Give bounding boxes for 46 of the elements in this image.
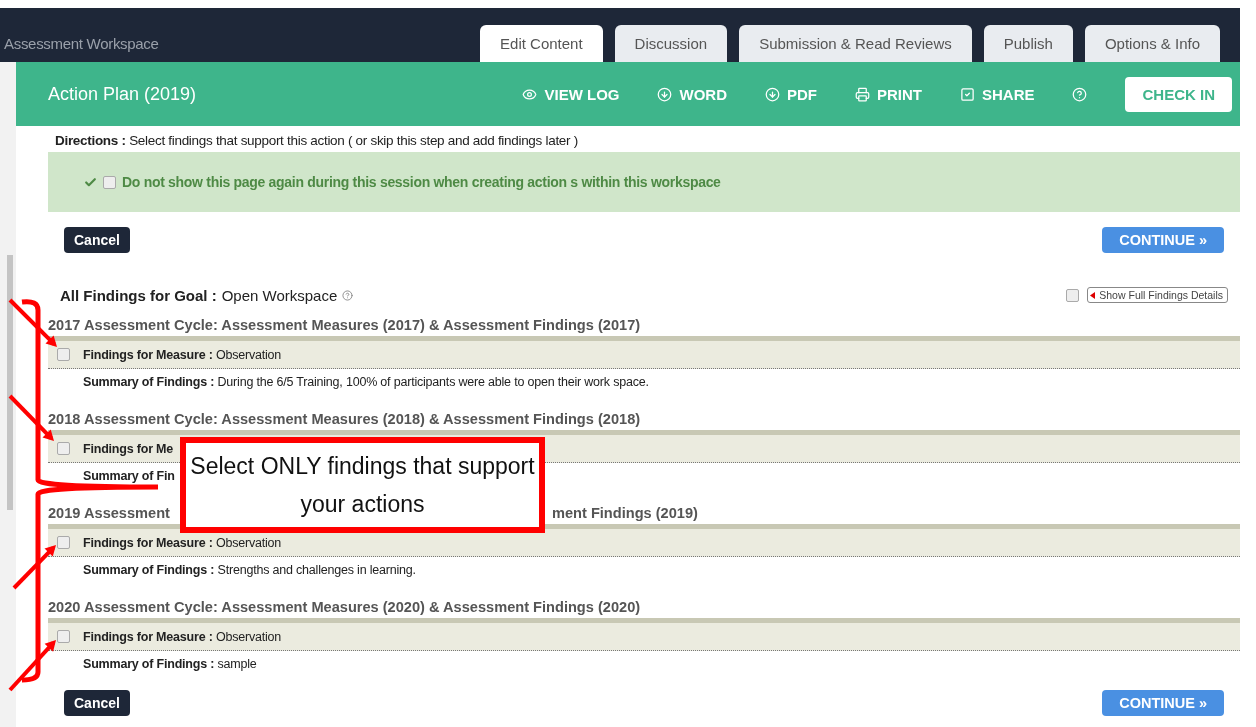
show-details-toggle[interactable]: Show Full Findings Details (1087, 287, 1228, 303)
download-icon (764, 86, 780, 102)
cycle-heading: 2017 Assessment Cycle: Assessment Measures (2017) & Assessment Findings (2017) (48, 317, 641, 333)
cancel-button[interactable]: Cancel (64, 690, 130, 716)
printer-icon (854, 86, 870, 102)
check-icon (84, 175, 97, 189)
tab[interactable]: Options & Info (1084, 25, 1220, 62)
cycle-heading: ment Findings (2019) (551, 505, 698, 521)
checkbox[interactable] (103, 175, 116, 189)
summary-text: Summary of Findings : sample (83, 657, 257, 671)
checkbox[interactable] (57, 442, 70, 455)
download-icon (657, 86, 673, 102)
directions-text: Directions : Select findings that support this action ( or skip this step and add findings later ) (55, 133, 579, 148)
page-title: Action Plan (2019) (48, 83, 197, 104)
tab[interactable]: Discussion (614, 25, 728, 62)
app-title: Assessment Workspace (4, 33, 159, 52)
summary-text: Summary of Findings : During the 6/5 Training, 100% of participants were able to open their work space. (83, 375, 649, 389)
tab[interactable]: Publish (983, 25, 1073, 62)
checkbox[interactable] (57, 348, 70, 361)
arrow (12, 545, 56, 590)
callout-text: Select ONLY findings that support your actions (180, 437, 545, 533)
measure-text: Findings for Me (83, 441, 174, 456)
cycle-heading: 2020 Assessment Cycle: Assessment Measures (2020) & Assessment Findings (2020) (48, 599, 641, 615)
checkbox[interactable] (1066, 288, 1080, 302)
notice-text: Do not show this page again during this session when creating action s within this workspace (122, 174, 721, 190)
measure-text: Findings for Measure : Observation (83, 535, 282, 550)
tab[interactable]: Submission & Read Reviews (739, 25, 972, 62)
goal-label: All Findings for Goal : (60, 286, 217, 304)
cancel-button[interactable]: Cancel (64, 227, 130, 253)
checkbox[interactable] (57, 536, 70, 549)
measure-text: Findings for Measure : Observation (83, 629, 282, 644)
cycle-heading: 2018 Assessment Cycle: Assessment Measures (2018) & Assessment Findings (2018) (48, 411, 641, 427)
arrow (8, 640, 56, 692)
continue-button[interactable]: CONTINUE » (1102, 690, 1224, 716)
measure-text: Findings for Measure : Observation (83, 347, 282, 362)
cycle-heading: 2019 Assessment (48, 505, 170, 521)
continue-button[interactable]: CONTINUE » (1102, 227, 1224, 253)
checkbox-icon (959, 86, 975, 102)
summary-text: Summary of Findings : Strengths and challenges in learning. (83, 563, 416, 577)
goal-name: Open Workspace (221, 286, 338, 304)
tab[interactable]: Edit Content (480, 25, 603, 62)
triangle-icon (1090, 291, 1096, 299)
summary-text: Summary of Fin (83, 469, 175, 483)
eye-icon (522, 86, 538, 102)
help-icon[interactable] (342, 289, 354, 301)
checkbox[interactable] (57, 630, 70, 643)
